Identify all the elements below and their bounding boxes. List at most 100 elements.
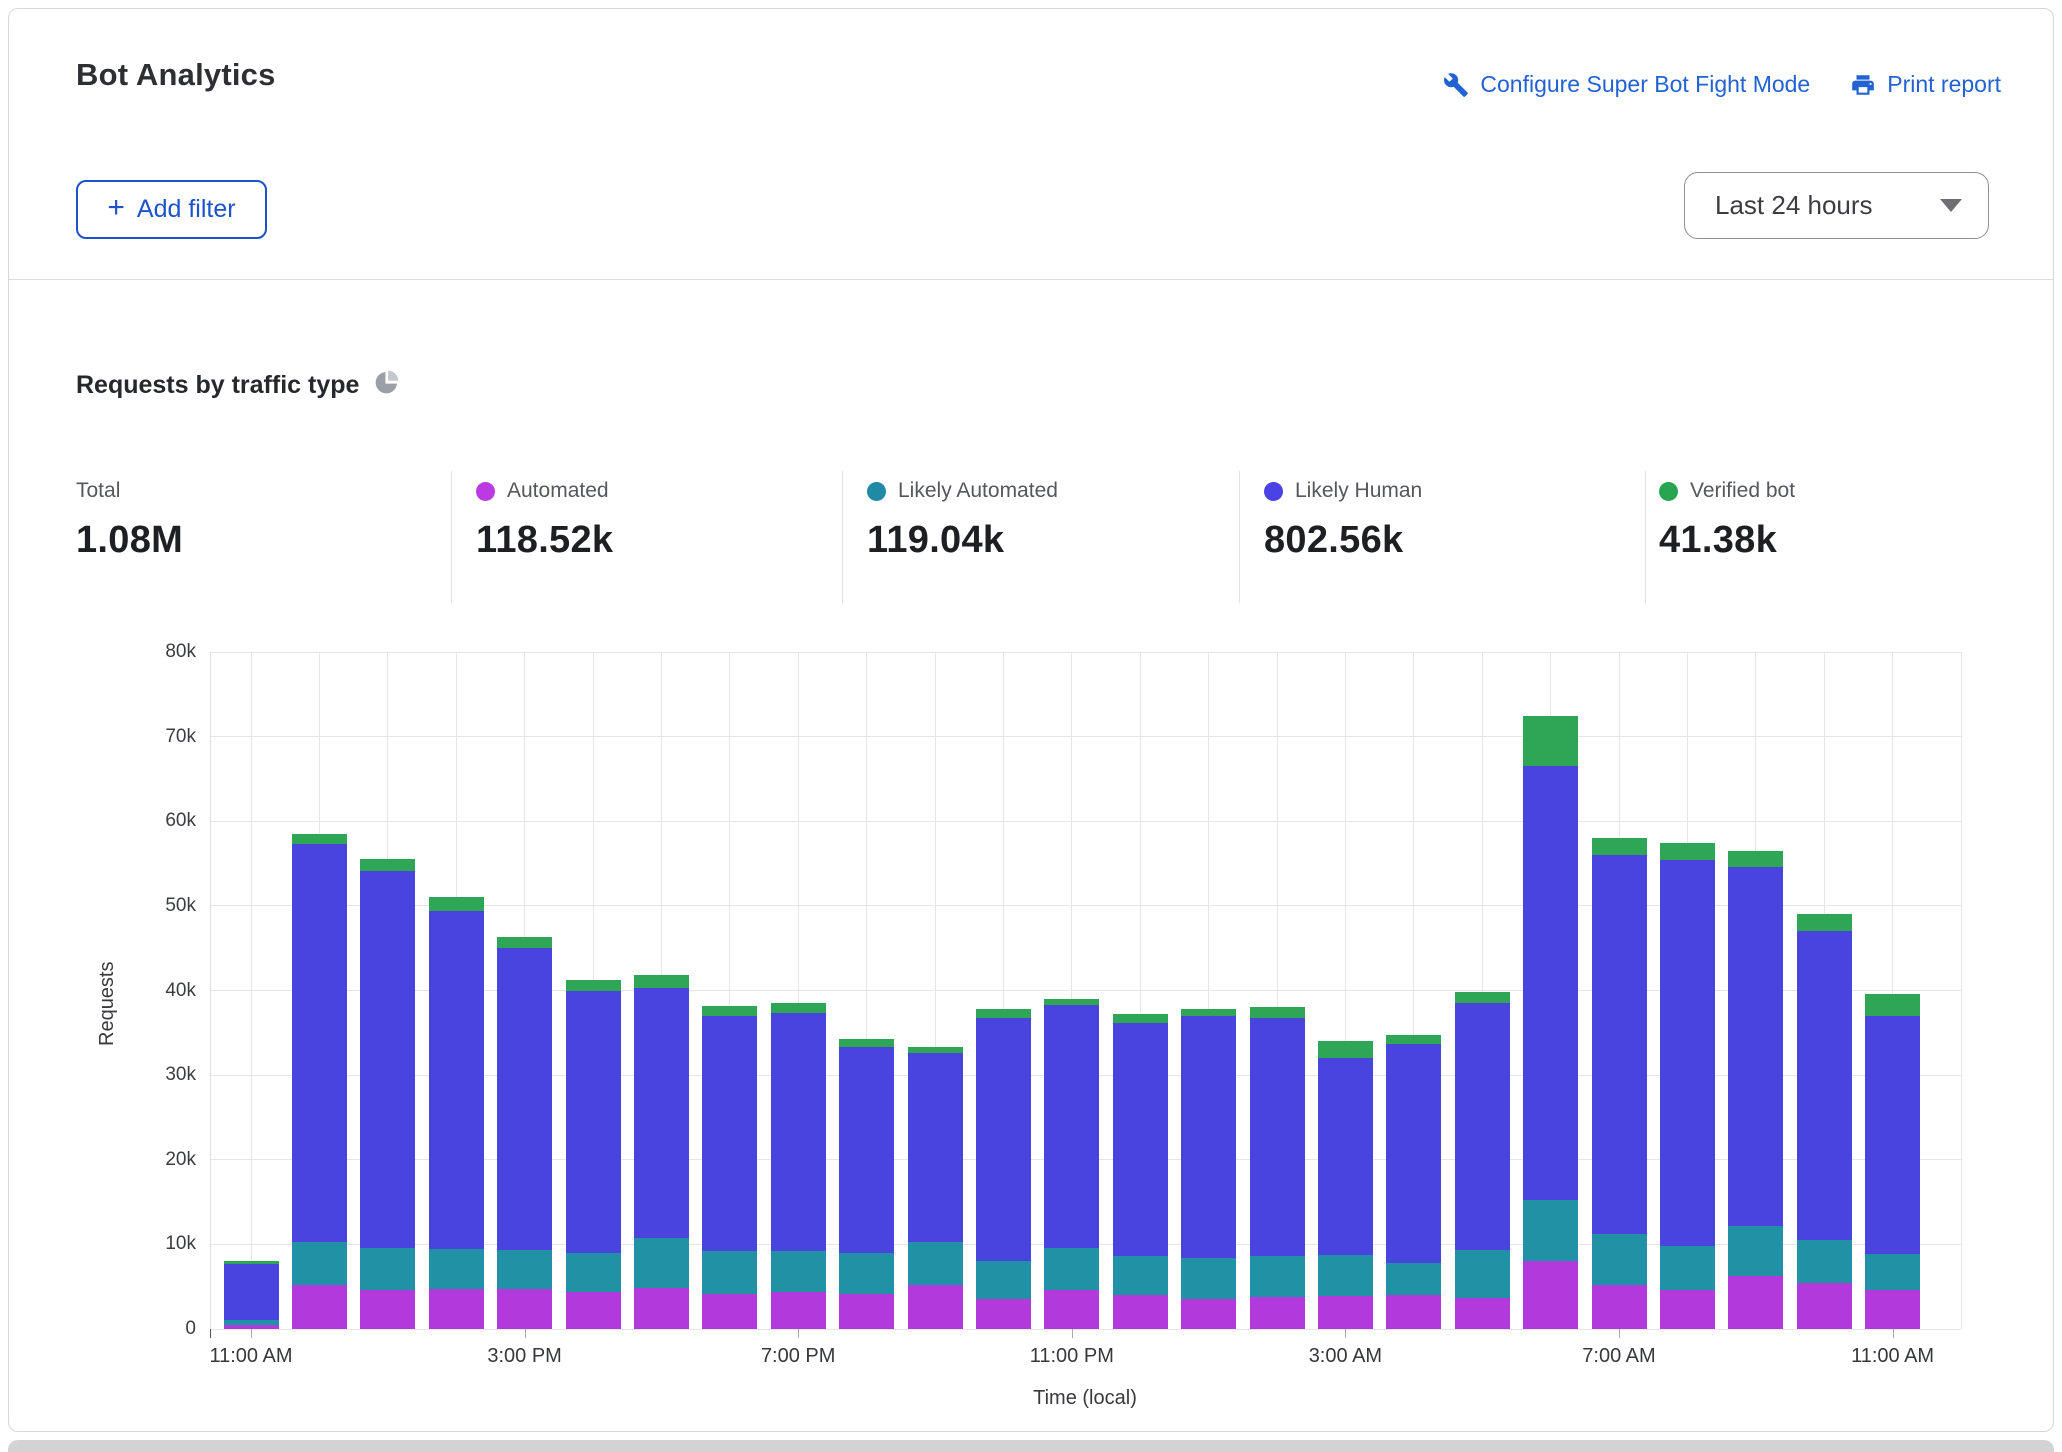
bar-7-00-pm <box>771 1003 826 1329</box>
stat-divider <box>1645 471 1646 603</box>
x-tick-label: 7:00 AM <box>1549 1345 1689 1368</box>
stat-likely-automated: Likely Automated 119.04k <box>867 479 1058 562</box>
bar-segment-verified-bot <box>1797 914 1852 931</box>
bar-segment-verified-bot <box>1113 1014 1168 1023</box>
bar-segment-likely-human <box>1181 1016 1236 1258</box>
bar-segment-automated <box>497 1289 552 1329</box>
bar-1-00-am <box>1181 1009 1236 1329</box>
bar-segment-likely-automated <box>1660 1246 1715 1290</box>
bar-12-00-am <box>1113 1014 1168 1329</box>
bar-segment-likely-automated <box>1592 1234 1647 1285</box>
likely-automated-dot-icon <box>867 482 886 501</box>
bar-segment-verified-bot <box>566 980 621 990</box>
bar-4-00-pm <box>566 980 621 1329</box>
bar-segment-automated <box>1113 1295 1168 1329</box>
bar-10-00-am <box>1797 914 1852 1329</box>
bar-segment-likely-human <box>429 911 484 1250</box>
x-tick-mark <box>1345 1329 1346 1338</box>
configure-super-bot-fight-mode-link[interactable]: Configure Super Bot Fight Mode <box>1443 71 1810 98</box>
bar-segment-likely-automated <box>1250 1256 1305 1297</box>
bar-3-00-pm <box>497 937 552 1329</box>
bar-segment-verified-bot <box>1318 1041 1373 1058</box>
y-tick-label: 60k <box>126 810 196 832</box>
bar-2-00-am <box>1250 1007 1305 1329</box>
bar-segment-automated <box>1250 1297 1305 1329</box>
bar-segment-verified-bot <box>702 1006 757 1016</box>
stat-total: Total 1.08M <box>76 479 183 562</box>
header-actions: Configure Super Bot Fight Mode Print rep… <box>1443 71 2001 98</box>
bar-segment-automated <box>429 1289 484 1329</box>
y-tick-label: 30k <box>126 1064 196 1086</box>
x-tick-mark <box>798 1329 799 1338</box>
bar-segment-likely-human <box>702 1016 757 1251</box>
stat-total-value: 1.08M <box>76 519 183 562</box>
stat-verified-bot-label: Verified bot <box>1690 479 1795 503</box>
bar-segment-automated <box>1592 1285 1647 1329</box>
wrench-icon <box>1443 72 1469 98</box>
x-tick-label: 3:00 PM <box>455 1345 595 1368</box>
print-link-label: Print report <box>1887 71 2001 98</box>
time-range-value: Last 24 hours <box>1715 190 1940 221</box>
bar-5-00-am <box>1455 992 1510 1329</box>
time-range-dropdown[interactable]: Last 24 hours <box>1684 172 1989 239</box>
bar-segment-verified-bot <box>360 859 415 872</box>
bar-segment-verified-bot <box>1660 843 1715 860</box>
bar-segment-verified-bot <box>634 975 689 988</box>
bar-segment-automated <box>702 1294 757 1329</box>
printer-icon <box>1850 72 1876 98</box>
bar-segment-likely-automated <box>1044 1248 1099 1290</box>
page-title: Bot Analytics <box>76 57 276 93</box>
bar-segment-verified-bot <box>1865 994 1920 1016</box>
bar-11-00-am <box>224 1261 279 1329</box>
bar-segment-verified-bot <box>429 897 484 911</box>
x-tick-label: 11:00 PM <box>1002 1345 1142 1368</box>
bar-segment-automated <box>908 1285 963 1329</box>
bar-segment-automated <box>1523 1261 1578 1329</box>
bar-10-00-pm <box>976 1009 1031 1329</box>
bar-2-00-pm <box>429 897 484 1329</box>
y-tick-label: 40k <box>126 980 196 1002</box>
bar-11-00-am <box>1865 994 1920 1329</box>
bar-segment-likely-automated <box>908 1242 963 1285</box>
x-tick-mark <box>1619 1329 1620 1338</box>
bar-segment-likely-human <box>1318 1058 1373 1255</box>
add-filter-button[interactable]: + Add filter <box>76 180 267 239</box>
bar-4-00-am <box>1386 1035 1441 1329</box>
stat-verified-bot: Verified bot 41.38k <box>1659 479 1795 562</box>
bar-segment-automated <box>634 1288 689 1329</box>
bar-5-00-pm <box>634 975 689 1329</box>
x-gridline <box>251 652 252 1329</box>
bar-segment-verified-bot <box>1386 1035 1441 1044</box>
bar-segment-automated <box>360 1290 415 1329</box>
bar-segment-likely-automated <box>566 1253 621 1292</box>
bar-12-00-pm <box>292 834 347 1329</box>
bar-segment-automated <box>566 1292 621 1329</box>
next-card-top-edge <box>8 1440 2054 1452</box>
bar-segment-likely-automated <box>1386 1263 1441 1295</box>
plus-icon: + <box>107 193 125 223</box>
stat-likely-automated-label: Likely Automated <box>898 479 1058 503</box>
bar-segment-likely-automated <box>1181 1258 1236 1299</box>
y-tick-label: 10k <box>126 1233 196 1255</box>
y-tick-label: 0 <box>126 1318 196 1340</box>
stat-likely-automated-value: 119.04k <box>867 519 1058 562</box>
bar-8-00-am <box>1660 843 1715 1329</box>
bar-segment-verified-bot <box>1728 851 1783 867</box>
y-gridline <box>210 652 1961 653</box>
x-tick-mark <box>1072 1329 1073 1338</box>
bar-segment-likely-human <box>497 948 552 1250</box>
stat-divider <box>1239 471 1240 603</box>
bar-segment-verified-bot <box>771 1003 826 1013</box>
stat-total-label: Total <box>76 479 120 503</box>
stat-automated-label: Automated <box>507 479 609 503</box>
bar-segment-likely-human <box>1797 931 1852 1240</box>
bar-segment-likely-automated <box>429 1249 484 1289</box>
x-tick-label: 7:00 PM <box>728 1345 868 1368</box>
y-tick-label: 20k <box>126 1149 196 1171</box>
bar-segment-likely-automated <box>360 1248 415 1290</box>
print-report-link[interactable]: Print report <box>1850 71 2001 98</box>
bar-segment-likely-human <box>360 871 415 1248</box>
bar-segment-verified-bot <box>1455 992 1510 1003</box>
plot-left-edge <box>210 652 211 1329</box>
bar-segment-verified-bot <box>839 1039 894 1048</box>
